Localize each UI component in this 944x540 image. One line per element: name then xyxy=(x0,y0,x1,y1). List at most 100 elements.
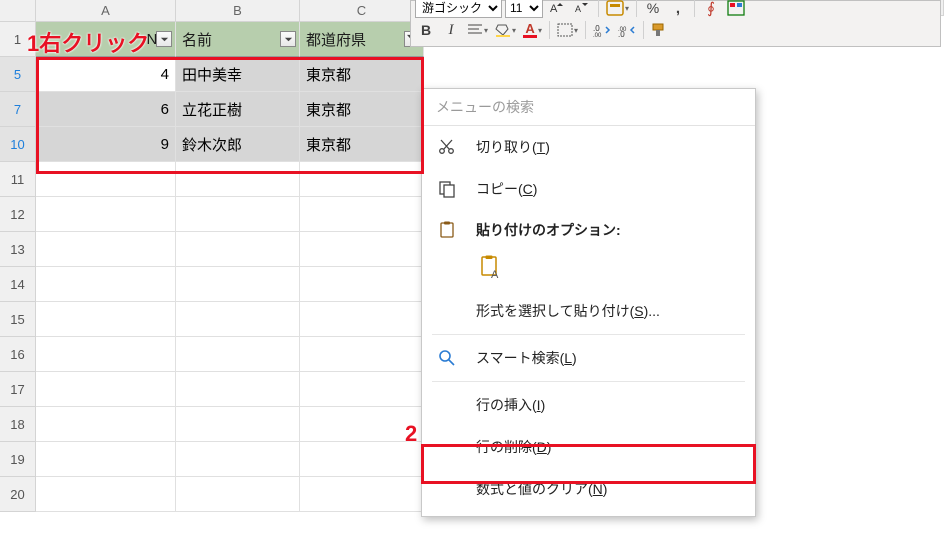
filter-dropdown-icon[interactable] xyxy=(280,31,296,47)
cell[interactable] xyxy=(36,407,176,442)
filter-dropdown-icon[interactable] xyxy=(156,31,172,47)
cell[interactable]: 東京都 xyxy=(300,127,424,162)
menu-item-smart-lookup[interactable]: スマート検索(L) xyxy=(422,337,755,379)
cell[interactable] xyxy=(176,162,300,197)
cell[interactable] xyxy=(300,407,424,442)
cell[interactable] xyxy=(300,477,424,512)
cell-styles-icon[interactable]: ▾ xyxy=(604,0,631,18)
cell[interactable] xyxy=(36,442,176,477)
cell[interactable] xyxy=(176,372,300,407)
comma-style-icon[interactable]: , xyxy=(667,0,689,18)
cell[interactable] xyxy=(36,302,176,337)
cell[interactable] xyxy=(36,267,176,302)
table-row[interactable]: 20 xyxy=(0,477,424,512)
font-name-select[interactable]: 游ゴシック xyxy=(415,0,502,18)
cell[interactable] xyxy=(176,232,300,267)
cell[interactable] xyxy=(36,232,176,267)
cell[interactable] xyxy=(176,267,300,302)
menu-search-input[interactable]: メニューの検索 xyxy=(422,89,755,126)
table-row[interactable]: 13 xyxy=(0,232,424,267)
font-color-button[interactable]: A ▾ xyxy=(521,20,544,40)
paste-default-button[interactable]: A xyxy=(476,252,508,284)
cell[interactable] xyxy=(300,197,424,232)
cell[interactable] xyxy=(176,302,300,337)
cell[interactable] xyxy=(36,337,176,372)
row-header[interactable]: 7 xyxy=(0,92,36,127)
cell[interactable] xyxy=(36,477,176,512)
table-row[interactable]: 14 xyxy=(0,267,424,302)
decrease-decimal-icon[interactable]: .00.0 xyxy=(616,20,638,40)
align-button[interactable]: ▾ xyxy=(465,20,490,40)
cell[interactable]: 9 xyxy=(36,127,176,162)
table-row[interactable]: 10 9 鈴木次郎 東京都 xyxy=(0,127,424,162)
font-size-select[interactable]: 11 xyxy=(505,0,543,18)
header-cell-a[interactable]: NG xyxy=(36,22,176,57)
increase-decimal-icon[interactable]: .0.00 xyxy=(591,20,613,40)
cell[interactable]: 東京都 xyxy=(300,57,424,92)
column-header-b[interactable]: B xyxy=(176,0,300,22)
italic-button[interactable]: I xyxy=(440,20,462,40)
cell[interactable] xyxy=(176,442,300,477)
row-header[interactable]: 20 xyxy=(0,477,36,512)
cell[interactable] xyxy=(300,442,424,477)
cell[interactable] xyxy=(176,197,300,232)
row-header[interactable]: 5 xyxy=(0,57,36,92)
autosum-icon[interactable]: ∮ xyxy=(700,0,722,18)
row-header[interactable]: 17 xyxy=(0,372,36,407)
cell[interactable]: 鈴木次郎 xyxy=(176,127,300,162)
cell[interactable] xyxy=(176,337,300,372)
cell[interactable]: 東京都 xyxy=(300,92,424,127)
increase-font-size-icon[interactable]: A xyxy=(546,0,568,18)
cell[interactable] xyxy=(36,372,176,407)
table-row[interactable]: 16 xyxy=(0,337,424,372)
column-header-a[interactable]: A xyxy=(36,0,176,22)
table-row[interactable]: 7 6 立花正樹 東京都 xyxy=(0,92,424,127)
table-row[interactable]: 11 xyxy=(0,162,424,197)
decrease-font-size-icon[interactable]: A xyxy=(571,0,593,18)
cell[interactable] xyxy=(176,407,300,442)
header-cell-b[interactable]: 名前 xyxy=(176,22,300,57)
table-row[interactable]: 19 xyxy=(0,442,424,477)
cell[interactable]: 田中美幸 xyxy=(176,57,300,92)
menu-item-insert-row[interactable]: 行の挿入(I) xyxy=(422,384,755,426)
row-header[interactable]: 12 xyxy=(0,197,36,232)
cell[interactable] xyxy=(36,197,176,232)
fill-color-button[interactable]: ▾ xyxy=(493,20,518,40)
row-header[interactable]: 11 xyxy=(0,162,36,197)
cell[interactable] xyxy=(300,267,424,302)
row-header[interactable]: 18 xyxy=(0,407,36,442)
borders-button[interactable]: ▾ xyxy=(555,20,580,40)
menu-item-clear-contents[interactable]: 数式と値のクリア(N) xyxy=(422,468,755,510)
cell[interactable] xyxy=(300,232,424,267)
row-header[interactable]: 15 xyxy=(0,302,36,337)
percent-style-icon[interactable]: % xyxy=(642,0,664,18)
menu-item-delete-row[interactable]: 行の削除(D) xyxy=(422,426,755,468)
bold-button[interactable]: B xyxy=(415,20,437,40)
table-row[interactable]: 5 4 田中美幸 東京都 xyxy=(0,57,424,92)
table-row[interactable]: 12 xyxy=(0,197,424,232)
cell[interactable] xyxy=(300,162,424,197)
row-header[interactable]: 14 xyxy=(0,267,36,302)
menu-item-paste-special[interactable]: 形式を選択して貼り付け(S)... xyxy=(422,290,755,332)
table-row[interactable]: 15 xyxy=(0,302,424,337)
conditional-format-icon[interactable] xyxy=(725,0,747,18)
cell[interactable] xyxy=(36,162,176,197)
menu-item-copy[interactable]: コピー(C) xyxy=(422,168,755,210)
table-row[interactable]: 17 xyxy=(0,372,424,407)
table-row[interactable]: 18 xyxy=(0,407,424,442)
cell[interactable] xyxy=(300,337,424,372)
cell[interactable]: 4 xyxy=(36,57,176,92)
select-all-corner[interactable] xyxy=(0,0,36,22)
cell[interactable] xyxy=(300,302,424,337)
row-header[interactable]: 16 xyxy=(0,337,36,372)
row-header[interactable]: 1 xyxy=(0,22,36,57)
cell[interactable] xyxy=(176,477,300,512)
header-cell-c[interactable]: 都道府県 xyxy=(300,22,424,57)
cell[interactable]: 6 xyxy=(36,92,176,127)
cell[interactable] xyxy=(300,372,424,407)
cell[interactable]: 立花正樹 xyxy=(176,92,300,127)
row-header[interactable]: 10 xyxy=(0,127,36,162)
format-painter-icon[interactable] xyxy=(649,20,673,40)
column-header-c[interactable]: C xyxy=(300,0,424,22)
row-header[interactable]: 13 xyxy=(0,232,36,267)
